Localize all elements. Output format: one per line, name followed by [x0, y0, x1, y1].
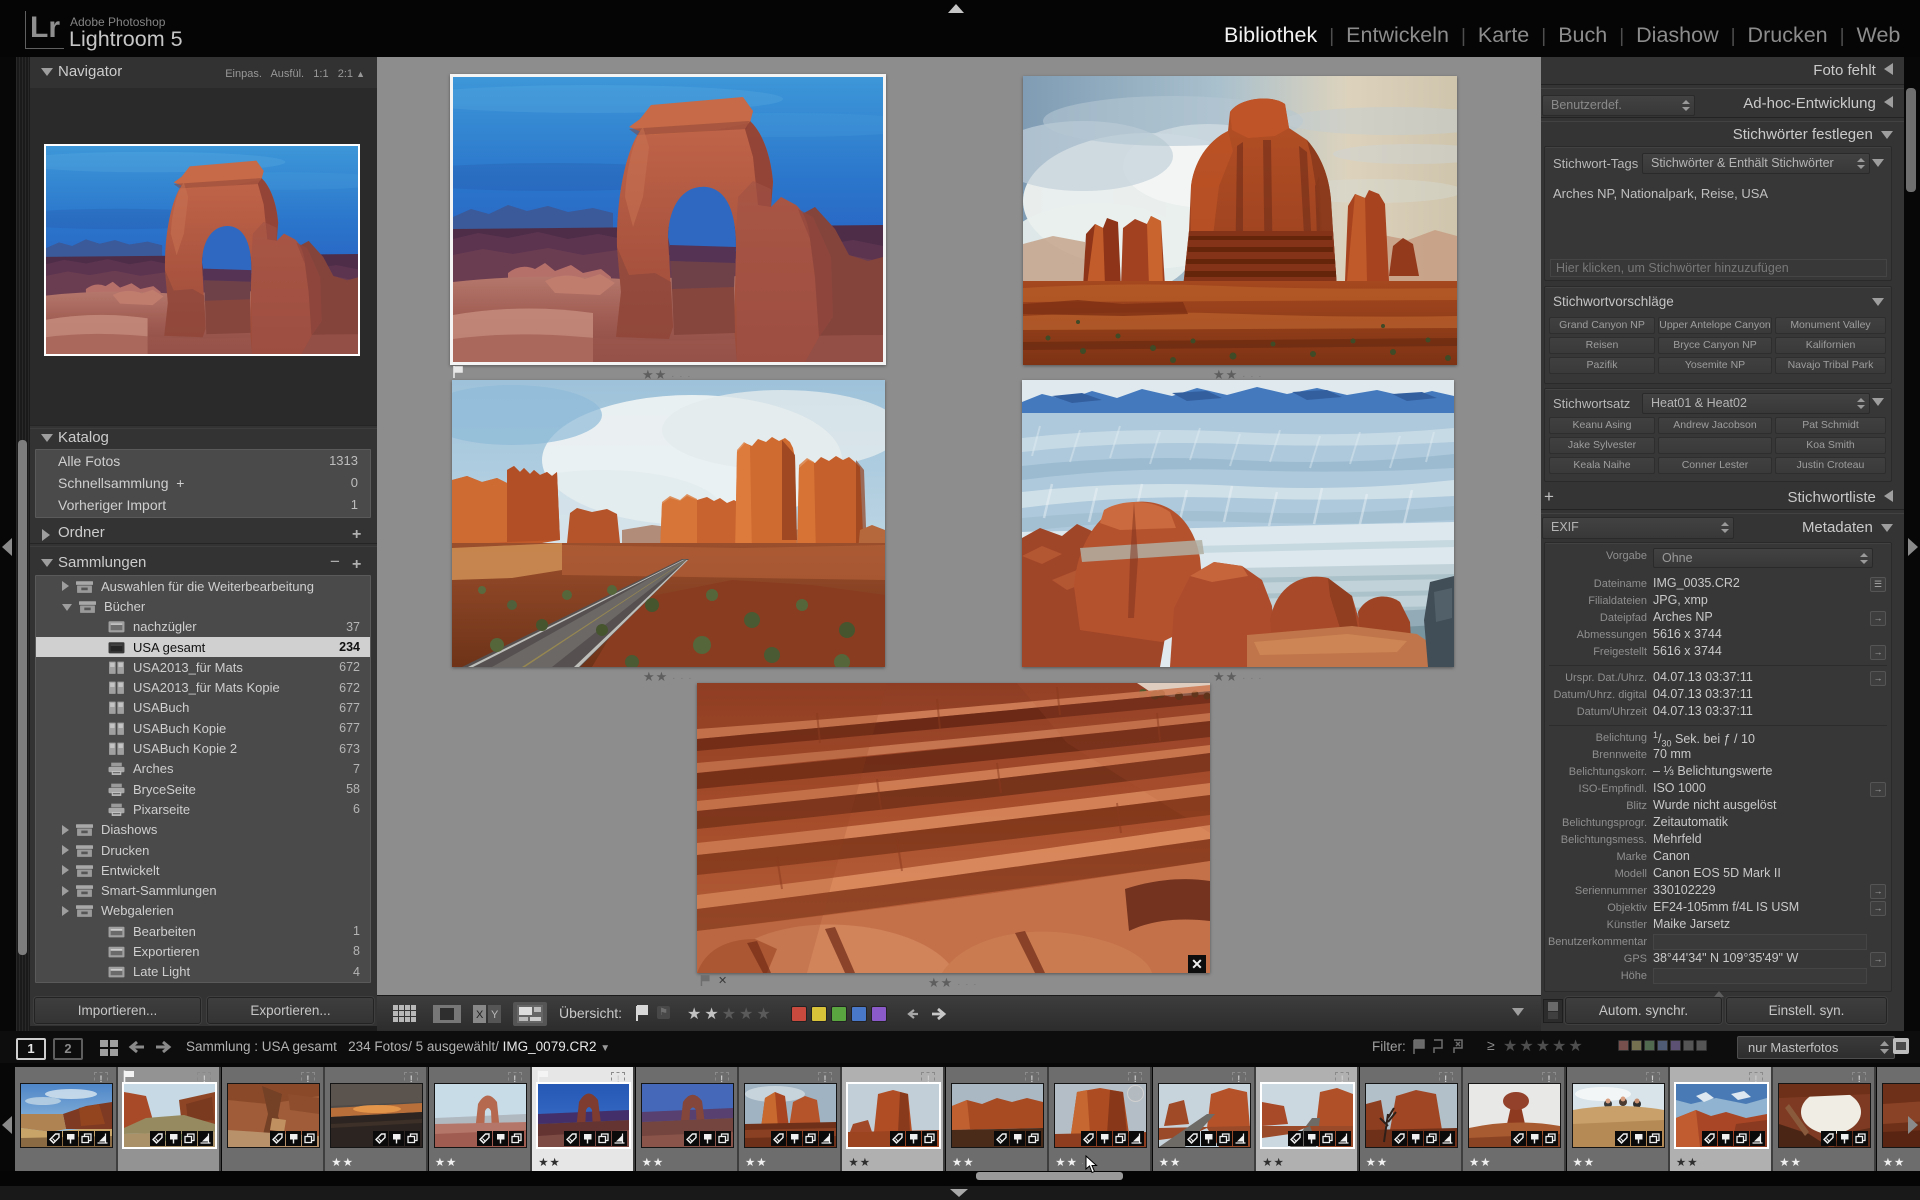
svg-text:Y: Y [491, 1009, 499, 1021]
svg-text:X: X [476, 1009, 484, 1021]
